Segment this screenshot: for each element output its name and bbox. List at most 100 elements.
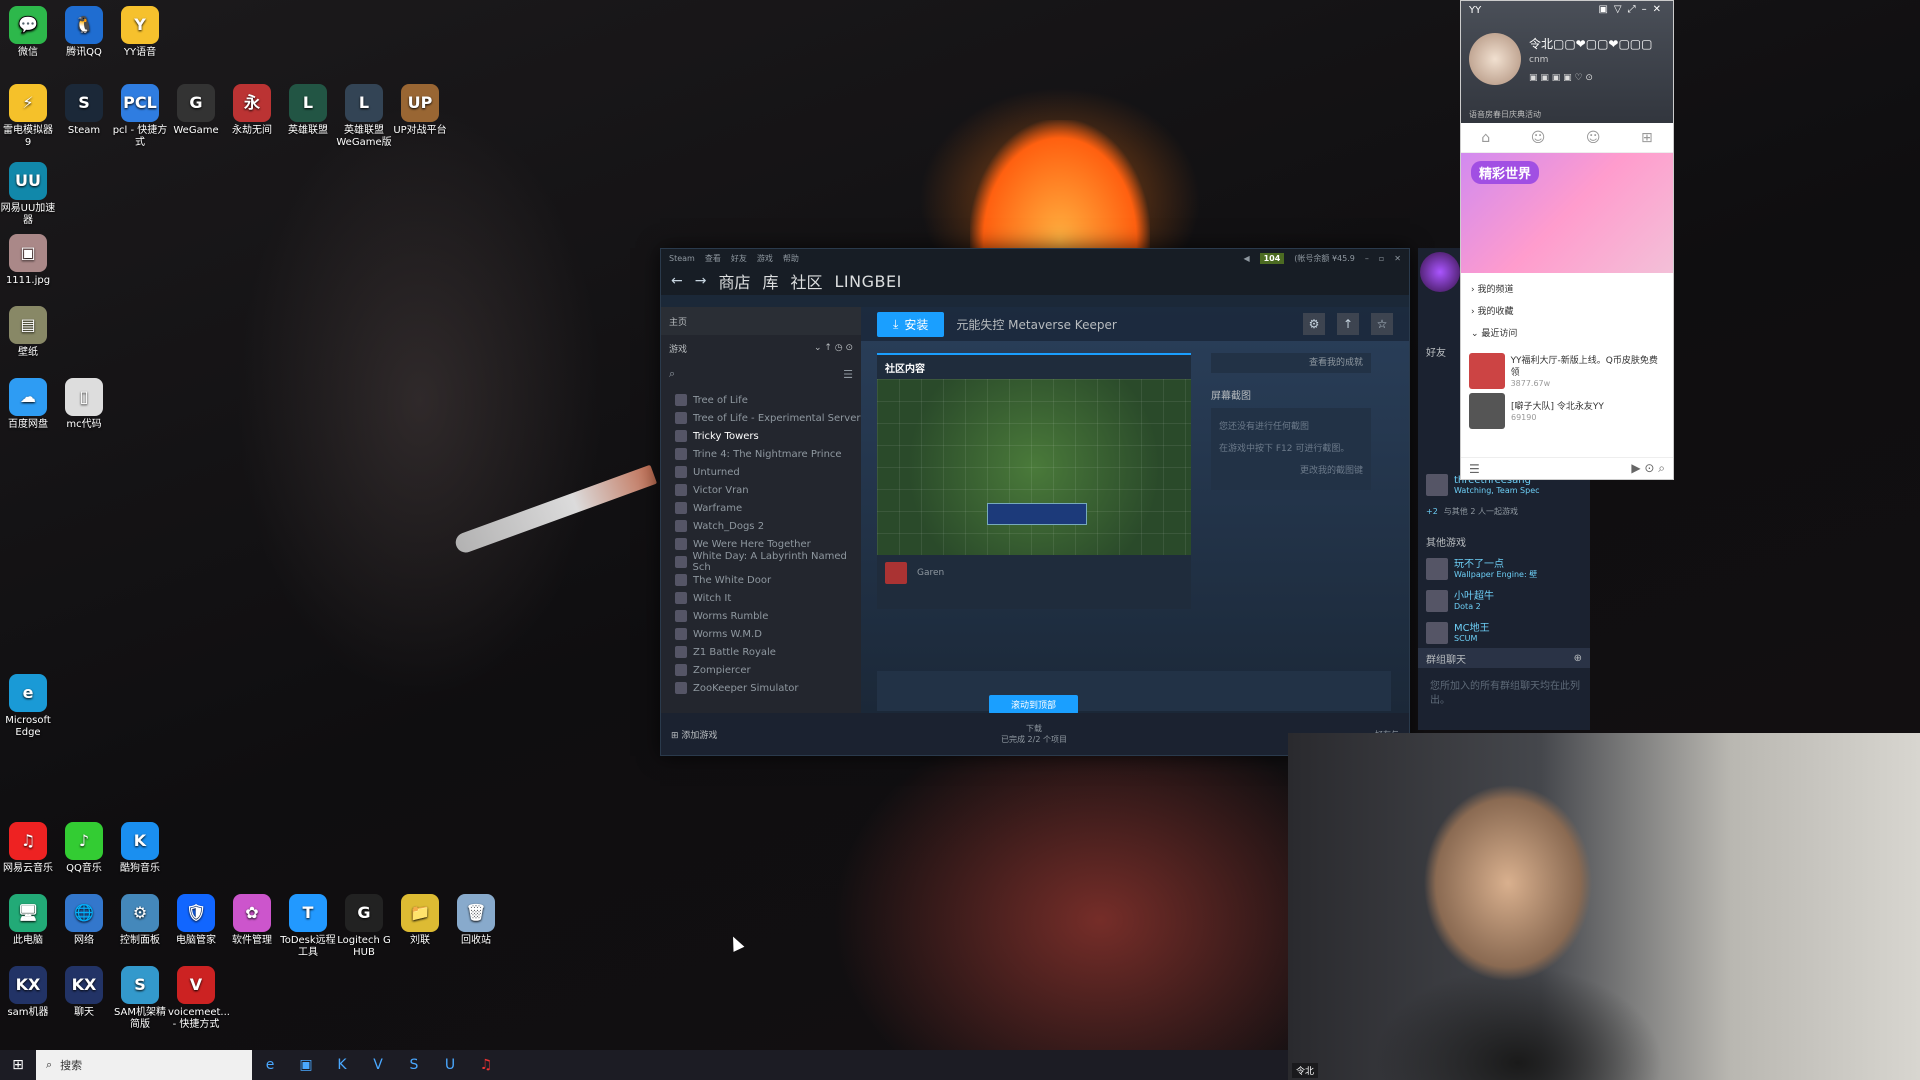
- desktop-icon[interactable]: ▤ 壁纸: [0, 306, 56, 359]
- home-icon[interactable]: ⌂: [1481, 130, 1490, 146]
- desktop-icon[interactable]: Vvoicemeet... - 快捷方式: [168, 966, 230, 1031]
- list-item[interactable]: Worms W.M.D: [661, 625, 861, 643]
- list-item[interactable]: The White Door: [661, 571, 861, 589]
- nav-store[interactable]: 商店: [718, 269, 750, 293]
- desktop-icon[interactable]: Y YY语音: [112, 6, 168, 59]
- list-item[interactable]: Zompiercer: [661, 661, 861, 679]
- desktop-icon[interactable]: ♪ QQ音乐: [56, 822, 112, 875]
- steam-window[interactable]: Steam 查看 好友 游戏 帮助 ◀ 104 (帐号余额 ¥45.9 – ▫ …: [660, 248, 1410, 756]
- desktop-icon[interactable]: ✿ 软件管理: [224, 894, 280, 947]
- nav-library[interactable]: 库: [762, 269, 778, 293]
- nav-user[interactable]: LINGBEI: [835, 272, 902, 291]
- netease-music-icon[interactable]: ♫: [468, 1050, 504, 1080]
- yy-recent[interactable]: ⌄ 最近访问: [1471, 323, 1663, 345]
- desktop-icon[interactable]: 🐧 腾讯QQ: [56, 6, 112, 59]
- back-icon[interactable]: ←: [671, 273, 683, 289]
- desktop-icon[interactable]: ☁ 百度网盘: [0, 378, 56, 431]
- upload-icon[interactable]: ↑: [1337, 313, 1359, 335]
- list-item[interactable]: Trine 4: The Nightmare Prince: [661, 445, 861, 463]
- friend-row[interactable]: 小叶超牛 Dota 2: [1426, 590, 1494, 612]
- list-item[interactable]: ZooKeeper Simulator: [661, 679, 861, 697]
- list-item[interactable]: Tree of Life: [661, 391, 861, 409]
- maximize-icon[interactable]: ▫: [1379, 254, 1384, 263]
- menu-games[interactable]: 游戏: [757, 253, 773, 264]
- desktop-icon[interactable]: 🗑 回收站: [448, 894, 504, 947]
- menu-steam[interactable]: Steam: [669, 254, 695, 263]
- yy-channel-item[interactable]: [噼子大队] 令北永友YY 69190: [1461, 391, 1673, 431]
- voicemeeter-icon[interactable]: V: [360, 1050, 396, 1080]
- library-home[interactable]: 主页: [661, 307, 861, 335]
- broadcast-icon[interactable]: ◀: [1243, 254, 1249, 263]
- account-balance[interactable]: (帐号余额 ¥45.9: [1294, 253, 1355, 264]
- list-item[interactable]: Watch_Dogs 2: [661, 517, 861, 535]
- list-item[interactable]: Tricky Towers: [661, 427, 861, 445]
- library-filter[interactable]: 游戏 ⌄ ↑ ◷ ⊙: [661, 335, 861, 361]
- windows-start-icon[interactable]: ⊞: [0, 1050, 36, 1080]
- friend-row[interactable]: MC地王 SCUM: [1426, 622, 1490, 644]
- desktop-icon[interactable]: ♫ 网易云音乐: [0, 822, 56, 875]
- add-game-button[interactable]: ⊞ 添加游戏: [671, 728, 717, 741]
- menu-help[interactable]: 帮助: [783, 253, 799, 264]
- desktop-icon[interactable]: e Microsoft Edge: [0, 674, 56, 739]
- steam-icon[interactable]: S: [396, 1050, 432, 1080]
- desktop-icon[interactable]: S SAM机架精简版: [112, 966, 168, 1031]
- friend-row[interactable]: 玩不了一点 Wallpaper Engine: 壁: [1426, 558, 1537, 580]
- view-achievements-link[interactable]: 查看我的成就: [1211, 353, 1371, 373]
- taskbar-search[interactable]: ⌕ 搜索: [36, 1050, 252, 1080]
- desktop-icon[interactable]: PCL pcl - 快捷方式: [112, 84, 168, 149]
- desktop-icon[interactable]: K 酷狗音乐: [112, 822, 168, 875]
- desktop-icon[interactable]: S Steam: [56, 84, 112, 137]
- kx-icon[interactable]: K: [324, 1050, 360, 1080]
- desktop-icon[interactable]: ⚙ 控制面板: [112, 894, 168, 947]
- list-item[interactable]: Unturned: [661, 463, 861, 481]
- desktop-icon[interactable]: T ToDesk远程工具: [280, 894, 336, 959]
- minimize-icon[interactable]: –: [1365, 254, 1369, 263]
- menu-friends[interactable]: 好友: [731, 253, 747, 264]
- yy-my-favorites[interactable]: › 我的收藏: [1471, 301, 1663, 323]
- menu-view[interactable]: 查看: [705, 253, 721, 264]
- desktop-icon[interactable]: G Logitech G HUB: [336, 894, 392, 959]
- scroll-top-button[interactable]: 滚动到顶部: [989, 695, 1079, 714]
- desktop-icon[interactable]: KX sam机器: [0, 966, 56, 1019]
- list-item[interactable]: Tree of Life - Experimental Server: [661, 409, 861, 427]
- yy-window-controls[interactable]: ▣▽⤢–✕: [1598, 4, 1667, 15]
- yy-activity[interactable]: 语音房春日庆典活动: [1469, 109, 1541, 120]
- friends-icon[interactable]: ☺: [1586, 130, 1601, 146]
- desktop-icon[interactable]: 💬 微信: [0, 6, 56, 59]
- change-shot-key-link[interactable]: 更改我的截图键: [1219, 460, 1363, 482]
- star-icon[interactable]: ☆: [1371, 313, 1393, 335]
- yy-banner[interactable]: 精彩世界: [1461, 153, 1673, 273]
- user-icon[interactable]: ☺: [1531, 130, 1546, 146]
- yy-footer-icons[interactable]: ▶ ⊙ ⌕: [1631, 461, 1665, 476]
- desktop-icon[interactable]: 📁 刘联: [392, 894, 448, 947]
- desktop-icon[interactable]: 🖥 此电脑: [0, 894, 56, 947]
- yy-window[interactable]: YY ▣▽⤢–✕ 令北▢▢❤▢▢❤▢▢▢ cnm ▣ ▣ ▣ ▣ ♡ ⊙ 语音房…: [1460, 0, 1674, 480]
- group-chat-bar[interactable]: 群组聊天 ⊕: [1418, 648, 1590, 668]
- list-item[interactable]: White Day: A Labyrinth Named Sch: [661, 551, 861, 573]
- screenshot-author[interactable]: Garen: [877, 555, 1191, 591]
- avatar[interactable]: [1420, 252, 1460, 292]
- desktop-icon[interactable]: L 英雄联盟: [280, 84, 336, 137]
- library-search[interactable]: ⌕ ☰: [661, 361, 861, 387]
- forward-icon[interactable]: →: [695, 273, 707, 289]
- list-item[interactable]: Worms Rumble: [661, 607, 861, 625]
- uu-icon[interactable]: U: [432, 1050, 468, 1080]
- desktop-icon[interactable]: UP UP对战平台: [392, 84, 448, 137]
- community-screenshot[interactable]: [877, 379, 1191, 555]
- install-button[interactable]: ⤓ 安装: [877, 311, 945, 337]
- desktop-icon[interactable]: 🛡 电脑管家: [168, 894, 224, 947]
- edge-icon[interactable]: e: [252, 1050, 288, 1080]
- wallet-badge[interactable]: 104: [1259, 252, 1285, 264]
- desktop-icon[interactable]: ⚡ 雷电模拟器9: [0, 84, 56, 149]
- game-title[interactable]: 元能失控 Metaverse Keeper: [956, 316, 1291, 333]
- avatar[interactable]: [1469, 33, 1521, 85]
- menu-icon[interactable]: ☰: [1469, 462, 1480, 476]
- filter-sliders-icon[interactable]: ☰: [843, 368, 853, 381]
- settings-icon[interactable]: ⚙: [1303, 313, 1325, 335]
- nav-community[interactable]: 社区: [791, 269, 823, 293]
- apps-icon[interactable]: ⊞: [1641, 130, 1653, 146]
- download-status[interactable]: 下载 已完成 2/2 个项目: [1001, 723, 1067, 745]
- desktop-icon[interactable]: 永永劫无间: [224, 84, 280, 137]
- list-item[interactable]: Z1 Battle Royale: [661, 643, 861, 661]
- store-icon[interactable]: ▣: [288, 1050, 324, 1080]
